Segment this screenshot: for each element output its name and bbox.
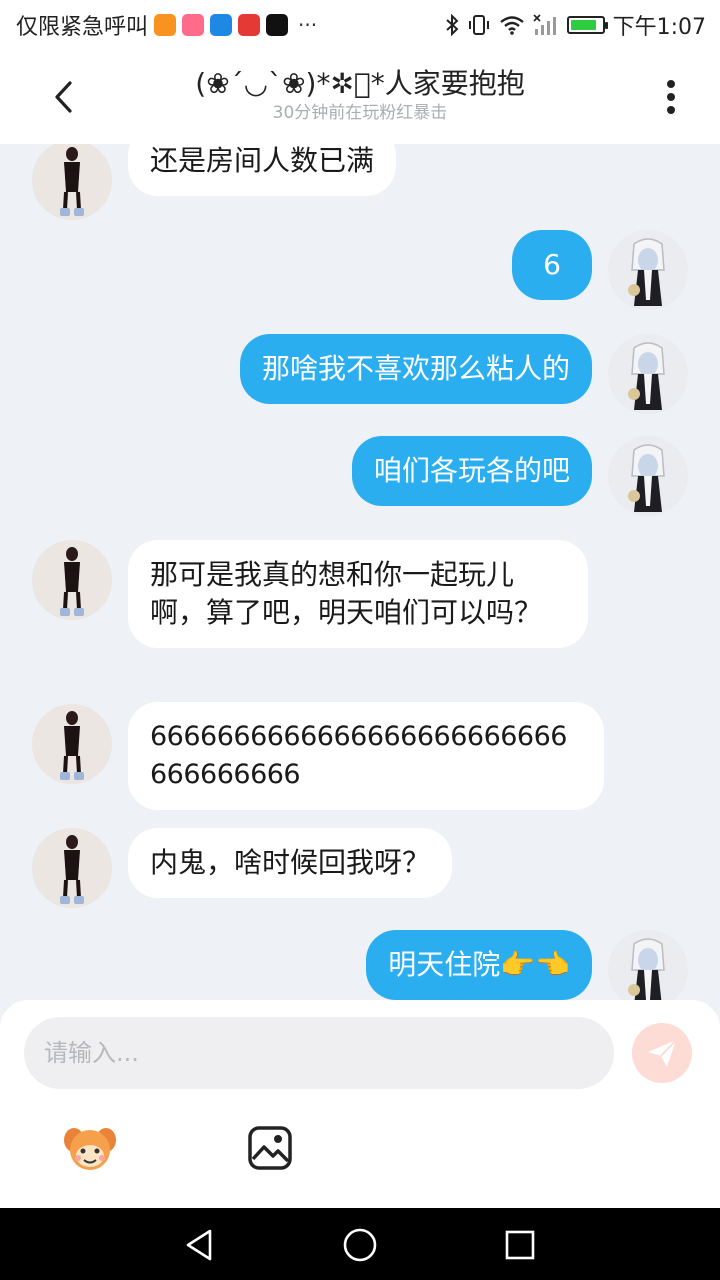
contact-avatar[interactable] <box>32 828 112 908</box>
chat-subtitle: 30分钟前在玩粉红暴击 <box>272 103 448 123</box>
contact-avatar[interactable] <box>32 704 112 784</box>
my-avatar-image <box>608 334 688 414</box>
message-bubble[interactable]: 还是房间人数已满 <box>128 144 397 196</box>
contact-avatar-image <box>32 540 112 620</box>
message-bubble[interactable]: 6 <box>512 230 592 300</box>
my-avatar[interactable] <box>608 334 688 414</box>
message-bubble[interactable]: 内鬼，啥时候回我呀？ <box>128 828 453 898</box>
status-time: 下午1:07 <box>612 15 706 40</box>
message-bubble[interactable]: 明天住院👉👈 <box>366 930 592 1000</box>
tiktok-icon <box>266 14 289 36</box>
more-notifications-icon: ··· <box>298 13 318 37</box>
send-button[interactable] <box>632 1023 692 1083</box>
cartoon-character-icon <box>64 1128 116 1170</box>
status-bar-left: 仅限紧急呼叫 ··· <box>16 9 317 41</box>
my-avatar-image <box>608 230 688 310</box>
chat-title-block: (❀´◡`❀)*✲ﾟ*人家要抱抱 30分钟前在玩粉红暴击 <box>195 66 524 124</box>
system-navigation-bar <box>0 1208 720 1280</box>
triangle-back-icon <box>186 1229 212 1261</box>
contact-avatar[interactable] <box>32 144 112 220</box>
contact-avatar-image <box>32 704 112 784</box>
square-recents-icon <box>505 1230 535 1260</box>
carrier-text: 仅限紧急呼叫 <box>16 15 149 40</box>
chat-header: (❀´◡`❀)*✲ﾟ*人家要抱抱 30分钟前在玩粉红暴击 <box>0 50 720 144</box>
message-bubble[interactable]: 那啥我不喜欢那么粘人的 <box>239 334 592 404</box>
image-button[interactable] <box>240 1118 300 1178</box>
vertical-dots-icon <box>667 80 675 114</box>
app-icon-red <box>238 14 261 36</box>
app-icon-blue <box>210 14 233 36</box>
message-bubble[interactable]: 咱们各玩各的吧 <box>351 436 592 506</box>
more-options-button[interactable] <box>648 74 694 120</box>
nav-recents-button[interactable] <box>497 1222 543 1268</box>
my-avatar[interactable] <box>608 930 688 1000</box>
status-bar: 仅限紧急呼叫 ··· 下午1:07 <box>0 0 720 50</box>
message-bubble[interactable]: 那可是我真的想和你一起玩儿啊，算了吧，明天咱们可以吗？ <box>128 540 588 648</box>
my-avatar-image <box>608 436 688 516</box>
battery-level <box>570 20 597 30</box>
vibrate-icon <box>468 15 489 35</box>
bluetooth-icon <box>445 14 459 36</box>
message-composer <box>0 1000 720 1208</box>
app-icon-pink <box>182 14 205 36</box>
wifi-icon <box>499 16 524 35</box>
signal-icon <box>533 14 556 35</box>
my-avatar[interactable] <box>608 230 688 310</box>
message-list[interactable]: 还是房间人数已满 6 那啥我不喜欢那么粘人的 咱们各玩各的吧 那可是我真的想和你… <box>0 144 720 1000</box>
nav-home-button[interactable] <box>337 1222 383 1268</box>
circle-home-icon <box>343 1228 377 1262</box>
image-icon <box>248 1126 292 1170</box>
back-button[interactable] <box>40 74 86 120</box>
contact-avatar[interactable] <box>32 540 112 620</box>
message-bubble[interactable]: 6666666666666666666666666666666666 <box>128 702 604 810</box>
message-input[interactable] <box>24 1017 614 1089</box>
contact-avatar-image <box>32 828 112 908</box>
contact-avatar-image <box>32 144 112 220</box>
nav-back-button[interactable] <box>176 1222 222 1268</box>
my-avatar-image <box>608 930 688 1000</box>
paper-plane-icon <box>648 1039 677 1067</box>
emoji-button[interactable] <box>60 1118 120 1178</box>
battery-icon <box>566 16 608 34</box>
my-avatar[interactable] <box>608 436 688 516</box>
app-icon-orange <box>154 14 177 36</box>
chat-title: (❀´◡`❀)*✲ﾟ*人家要抱抱 <box>195 67 525 100</box>
chevron-left-icon <box>55 81 72 113</box>
status-bar-right: 下午1:07 <box>445 9 706 41</box>
